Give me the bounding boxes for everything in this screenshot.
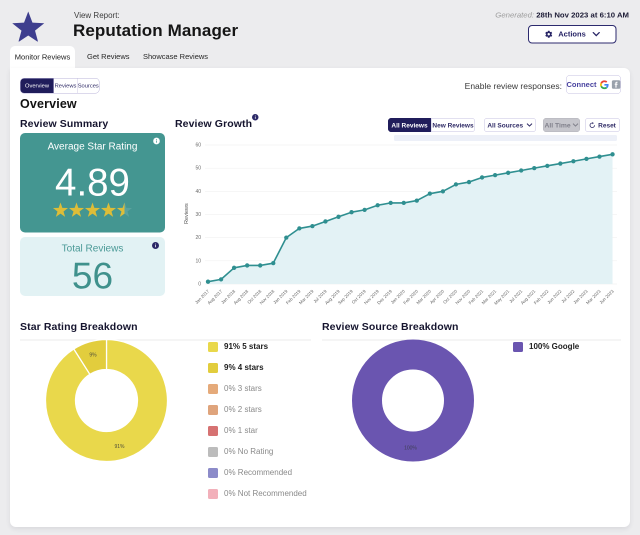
- svg-text:10: 10: [195, 258, 201, 264]
- svg-text:Sep 2019: Sep 2019: [337, 288, 354, 305]
- svg-text:50: 50: [195, 166, 201, 172]
- svg-text:Jun 2022: Jun 2022: [546, 288, 563, 305]
- svg-text:Jun 2023: Jun 2023: [598, 288, 615, 305]
- svg-text:91%: 91%: [114, 444, 125, 450]
- svg-text:40: 40: [195, 189, 201, 195]
- svg-text:100%: 100%: [404, 446, 417, 452]
- svg-text:9%: 9%: [89, 353, 97, 359]
- svg-text:0: 0: [198, 282, 201, 288]
- svg-text:Reviews: Reviews: [184, 203, 190, 224]
- svg-text:Aug 2018: Aug 2018: [233, 288, 250, 305]
- svg-text:60: 60: [195, 143, 201, 149]
- svg-text:20: 20: [195, 235, 201, 241]
- svg-text:Mar 2019: Mar 2019: [298, 288, 315, 305]
- svg-text:30: 30: [195, 212, 201, 218]
